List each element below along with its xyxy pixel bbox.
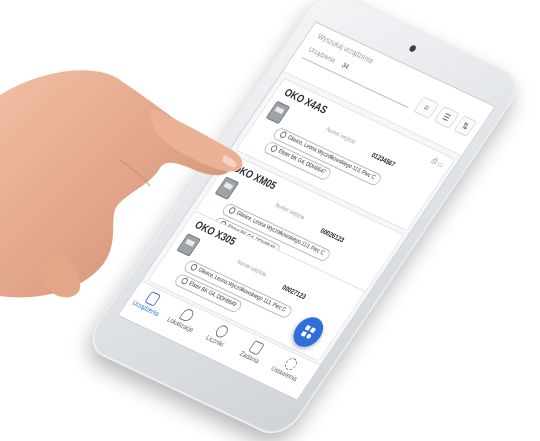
location-pin-icon	[178, 307, 196, 323]
knuckle-crease	[119, 159, 151, 187]
device-name: OKO X4AS	[281, 86, 330, 117]
front-camera	[408, 44, 418, 53]
entry-number-value: 00027123	[280, 284, 307, 302]
meter-icon	[213, 323, 230, 340]
devices-icon	[143, 290, 161, 307]
filter-label: Urządzenia	[307, 46, 337, 65]
entry-number-value: 01234567	[369, 152, 397, 169]
meter-thumbnail	[176, 233, 201, 257]
tablet-device: Wyszukaj urządzenia Urządzenia 34 ⌗ ☰ ⇅ …	[81, 0, 527, 441]
nav-item-settings[interactable]: Ustawienia	[266, 351, 310, 385]
meter-thumbnail	[265, 100, 291, 125]
tablet-screen: Wyszukaj urządzenia Urządzenia 34 ⌗ ☰ ⇅ …	[117, 21, 496, 401]
filter-count: 34	[340, 62, 350, 71]
card-actions-icon[interactable]: ⎙ ▭	[429, 156, 446, 170]
meter-thumbnail	[214, 176, 240, 200]
sort-icon[interactable]: ⇅	[453, 115, 477, 137]
entry-number-value: 00026123	[318, 227, 346, 245]
thumb	[39, 250, 81, 298]
photo-scene: Wyszukaj urządzenia Urządzenia 34 ⌗ ☰ ⇅ …	[0, 0, 540, 441]
entry-number-label: Numer wejścia	[273, 202, 306, 222]
entry-number-label: Numer wejścia	[324, 127, 357, 146]
tasks-icon	[247, 339, 265, 356]
grid-plus-icon	[300, 324, 317, 340]
settings-gear-icon	[282, 356, 300, 372]
entry-number-label: Numer wejścia	[235, 259, 267, 278]
